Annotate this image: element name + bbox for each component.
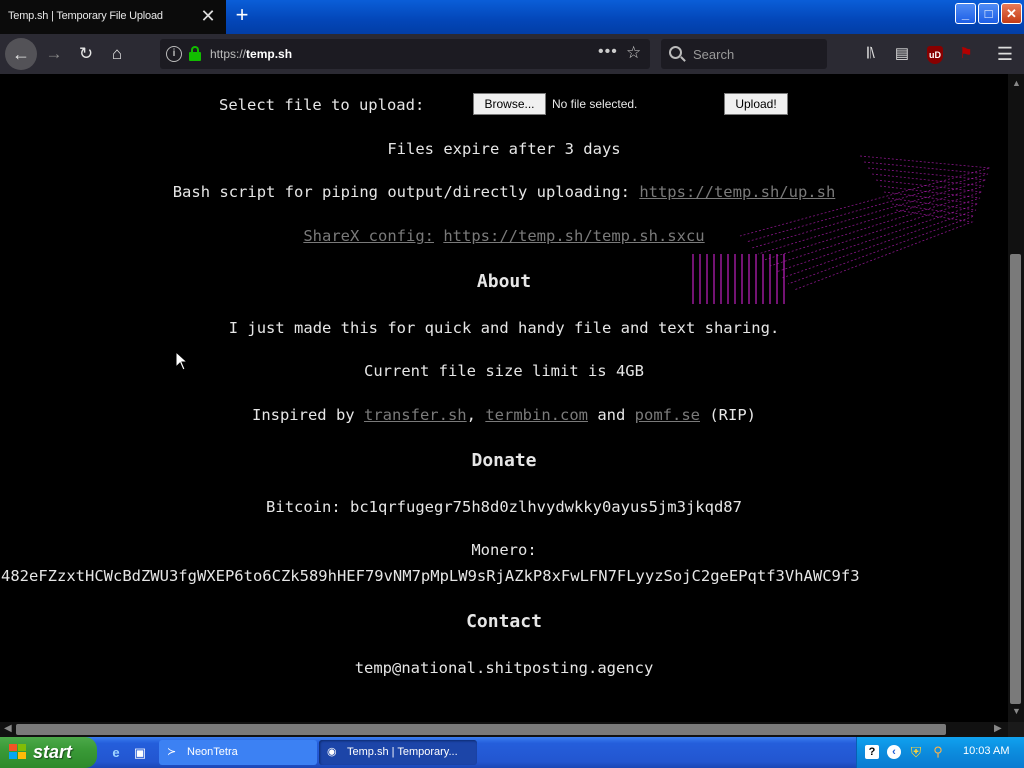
inspired-row: Inspired by transfer.sh, termbin.com and… [0, 406, 1008, 424]
monero-address: 482eFZzxtHCWcBdZWU3fgWXEP6to6CZk589hHEF7… [1, 567, 860, 585]
search-placeholder: Search [693, 47, 735, 62]
ublock-icon[interactable]: uD [925, 44, 945, 64]
minimize-button[interactable]: _ [955, 3, 976, 24]
start-button[interactable]: start [0, 737, 97, 768]
upload-label: Select file to upload: [219, 96, 425, 114]
scroll-down-icon[interactable]: ▼ [1012, 706, 1021, 716]
scrollbar-corner [1008, 722, 1024, 737]
title-bar: Temp.sh | Temporary File Upload ✕ + _ □ … [0, 0, 1024, 34]
contact-email: temp@national.shitposting.agency [354, 659, 654, 677]
security-shield-icon[interactable]: ⛨ [909, 745, 923, 759]
browse-button[interactable]: Browse... [473, 93, 546, 115]
about-text: I just made this for quick and handy fil… [228, 319, 780, 337]
windows-flag-icon [9, 744, 27, 761]
bash-text: Bash script for piping output/directly u… [172, 183, 630, 201]
bash-script-link[interactable]: https://temp.sh/up.sh [639, 183, 835, 201]
search-input[interactable]: Search [661, 39, 827, 69]
chevron-icon[interactable]: ‹ [887, 745, 901, 759]
back-arrow-icon[interactable]: ← [5, 38, 37, 70]
task-label: NeonTetra [187, 746, 238, 758]
expire-text: Files expire after 3 days [387, 140, 621, 158]
close-window-button[interactable]: ✕ [1001, 3, 1022, 24]
search-icon [669, 46, 682, 59]
system-tray: ? ‹ ⛨ ⚲ 10:03 AM [856, 737, 1024, 768]
termbin-link[interactable]: termbin.com [485, 406, 588, 424]
new-tab-button[interactable]: + [230, 4, 254, 28]
and-text: and [597, 406, 626, 424]
upload-button[interactable]: Upload! [724, 93, 788, 115]
size-limit-text: Current file size limit is 4GB [364, 362, 644, 380]
library-icon[interactable]: 𝄃\ [861, 44, 881, 64]
url-bar[interactable]: i https://temp.sh ••• ☆ [160, 39, 650, 69]
lock-icon[interactable] [188, 46, 202, 62]
vertical-scrollbar[interactable]: ▲ ▼ [1008, 74, 1024, 722]
fish-icon: ≻ [167, 746, 177, 758]
no-file-text: No file selected. [552, 97, 638, 111]
task-label: Temp.sh | Temporary... [347, 746, 458, 758]
inspired-prefix: Inspired by [251, 406, 355, 424]
horizontal-scrollbar[interactable]: ◀ ▶ [0, 722, 1008, 737]
tab-title: Temp.sh | Temporary File Upload [8, 10, 163, 22]
sidebar-icon[interactable]: ▤ [892, 44, 912, 64]
internet-explorer-icon[interactable]: e [107, 744, 125, 762]
web-page: Select file to upload: Browse... No file… [0, 74, 1008, 722]
monero-label: Monero: [471, 541, 537, 559]
tab-close-icon[interactable]: ✕ [198, 5, 218, 27]
donate-heading: Donate [471, 450, 537, 471]
comma-text: , [466, 406, 476, 424]
home-icon[interactable]: ⌂ [103, 40, 131, 68]
extension-icon[interactable]: ⚑ [956, 44, 976, 64]
more-dots-icon[interactable]: ••• [598, 43, 618, 61]
task-temp-sh[interactable]: ◉ Temp.sh | Temporary... [319, 740, 477, 765]
sharex-file-link[interactable]: https://temp.sh/temp.sh.sxcu [443, 227, 704, 245]
reload-icon[interactable]: ↻ [72, 40, 100, 68]
taskbar: start e ▣ ≻ NeonTetra ◉ Temp.sh | Tempor… [0, 737, 1024, 768]
scroll-left-icon[interactable]: ◀ [4, 723, 12, 734]
info-icon[interactable]: i [166, 46, 182, 62]
sharex-config-link[interactable]: ShareX config: [303, 227, 434, 245]
maximize-button[interactable]: □ [978, 3, 999, 24]
vertical-scroll-thumb[interactable] [1010, 254, 1021, 704]
navigation-toolbar: ← → ↻ ⌂ i https://temp.sh ••• ☆ Search 𝄃… [0, 34, 1024, 74]
help-icon[interactable]: ? [865, 745, 879, 759]
scroll-right-icon[interactable]: ▶ [994, 723, 1002, 734]
url-text[interactable]: https://temp.sh [210, 47, 292, 61]
tab-temp-sh[interactable]: Temp.sh | Temporary File Upload ✕ [0, 0, 226, 34]
start-label: start [33, 742, 73, 762]
clock: 10:03 AM [963, 745, 1010, 757]
mouse-cursor-icon [175, 351, 187, 371]
transfer-sh-link[interactable]: transfer.sh [364, 406, 467, 424]
hamburger-menu-icon[interactable]: ☰ [995, 44, 1015, 64]
scroll-up-icon[interactable]: ▲ [1012, 78, 1021, 88]
rip-text: (RIP) [709, 406, 757, 424]
firefox-icon: ◉ [327, 746, 337, 758]
pomf-link[interactable]: pomf.se [635, 406, 700, 424]
forward-arrow-icon[interactable]: → [40, 40, 68, 68]
bookmark-star-icon[interactable]: ☆ [626, 43, 641, 63]
about-heading: About [476, 271, 532, 292]
key-icon[interactable]: ⚲ [931, 745, 945, 759]
bitcoin-address: Bitcoin: bc1qrfugegr75h8d0zlhvydwkky0ayu… [266, 498, 742, 516]
sharex-row: ShareX config: https://temp.sh/temp.sh.s… [0, 227, 1008, 245]
horizontal-scroll-thumb[interactable] [16, 724, 946, 735]
bash-row: Bash script for piping output/directly u… [0, 183, 1008, 201]
task-neontetra[interactable]: ≻ NeonTetra [159, 740, 317, 765]
show-desktop-icon[interactable]: ▣ [131, 744, 149, 762]
contact-heading: Contact [466, 611, 542, 632]
